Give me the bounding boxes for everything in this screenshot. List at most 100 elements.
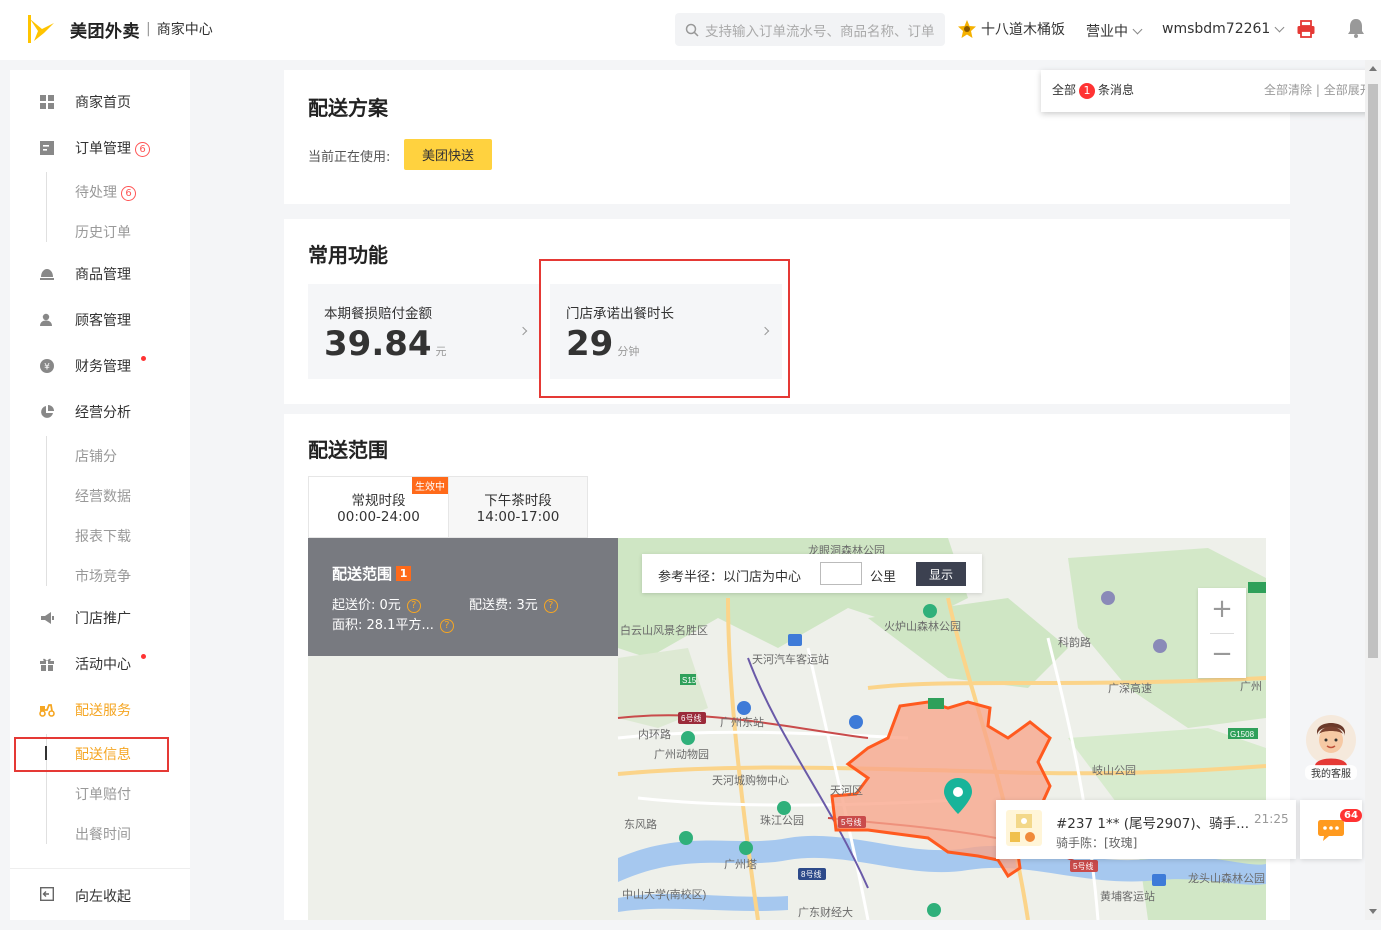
all-messages-label[interactable]: 全部 [1052,83,1076,97]
range-panel-title: 配送范围 [332,565,393,583]
submenu-line [46,172,47,242]
sidebar-item-finance[interactable]: ¥ 财务管理 [10,354,190,378]
map-label: 内环路 [638,727,671,741]
account-name: wmsbdm72261 [1162,21,1271,37]
grid-icon [40,95,54,109]
scroll-thumb[interactable] [1368,84,1378,658]
submenu-line [46,436,47,586]
printer-icon[interactable] [1296,19,1316,39]
range-count-badge: 1 [396,566,412,581]
chevron-down-icon [1274,22,1285,32]
map-label: 广东财经大 [798,905,853,919]
compensation-amount-card[interactable]: 本期餐损赔付金额 39.84 元 [308,284,540,379]
scroll-up-arrow-icon[interactable] [1369,66,1377,71]
order-thumbnail-icon [1006,810,1042,846]
map-label: 广州东站 [720,715,764,729]
pie-icon [41,405,54,418]
tab-afternoon-tea-period[interactable]: 下午茶时段 14:00-17:00 [448,477,587,537]
search-placeholder: 支持输入订单流水号、商品名称、订单 [705,23,935,40]
metro-line-label: 5号线 [1073,861,1093,871]
help-icon[interactable]: ? [543,599,558,613]
message-count-badge: 1 [1079,83,1096,99]
logo-title: 美团外卖 [70,21,140,42]
meituan-logo-icon [28,15,56,43]
map-label: 龙头山森林公园 [1188,871,1265,885]
delivery-map[interactable]: 龙眼洞森林公园 白云山风景名胜区 火炉山森林公园 天河汽车客运站 广州东站 广州… [308,538,1266,920]
page-scrollbar[interactable] [1365,60,1381,920]
current-plan-label: 当前正在使用: [308,150,391,165]
dish-icon [40,269,54,280]
card-value: 39.84 [324,324,432,364]
account-dropdown[interactable]: wmsbdm72261 [1162,21,1285,37]
highlight-frame [539,259,790,398]
sidebar-item-products[interactable]: 商品管理 [10,262,190,286]
sidebar-item-label: 顾客管理 [75,313,131,329]
sidebar-item-pending[interactable]: 待处理 6 [75,182,136,202]
sidebar-item-delivery[interactable]: 配送服务 [10,698,190,722]
status-dropdown[interactable]: 营业中 [1086,21,1143,41]
collapse-sidebar-button[interactable]: 向左收起 [10,868,190,920]
sidebar-item-reports[interactable]: 报表下载 [75,526,131,546]
pending-count-badge: 6 [121,186,136,201]
zoom-out-button[interactable]: − [1198,633,1246,678]
sidebar-item-store-score[interactable]: 店铺分 [75,446,117,466]
tab-regular-period[interactable]: 生效中 常规时段 00:00-24:00 [309,477,448,537]
order-notification[interactable]: #237 1** (尾号2907)、骑手... 21:25 骑手陈：[玫瑰] [996,800,1296,859]
sidebar-item-label: 待处理 [75,185,117,201]
zoom-in-button[interactable]: + [1198,588,1246,633]
help-icon[interactable]: ? [406,599,421,613]
clear-all-link[interactable]: 全部清除 [1264,83,1312,97]
sidebar-item-prep-time[interactable]: 出餐时间 [75,824,131,844]
sidebar-item-home[interactable]: 商家首页 [10,90,190,114]
bell-icon[interactable] [1346,17,1366,39]
map-label: 广州 [1240,680,1262,693]
svg-text:¥: ¥ [44,363,50,373]
metro-line-label: 5号线 [841,817,861,827]
service-label: 我的客服 [1305,765,1357,780]
search-input[interactable]: 支持输入订单流水号、商品名称、订单 [675,13,945,46]
link-separator: | [1315,83,1320,97]
order-icon [40,141,54,155]
yen-icon: ¥ [40,359,54,373]
logo-separator: | [146,21,151,37]
map-label: 中山大学(南校区) [622,887,706,901]
sidebar-item-compensation[interactable]: 订单赔付 [75,784,131,804]
sidebar-item-label: 门店推广 [75,611,131,627]
chat-count-badge: 64 [1340,809,1362,822]
logo[interactable]: 美团外卖 | 商家中心 [28,15,213,43]
store-selector[interactable]: 十八道木桶饭 [957,19,1065,39]
order-title: #237 1** (尾号2907)、骑手... [1056,816,1250,832]
collapse-icon [40,887,54,901]
sidebar-item-history[interactable]: 历史订单 [75,222,131,242]
range-info-panel: 配送范围 1 起送价: 0元? 配送费: 3元? 面积: 28.1平方...? [308,538,618,656]
metro-line-label: 8号线 [801,869,821,879]
range-area: 面积: 28.1平方... [332,618,434,633]
gift-icon [40,658,54,671]
metro-line-label: 6号线 [681,713,701,723]
current-plan-button[interactable]: 美团快送 [404,139,492,170]
chat-button[interactable]: 64 [1300,800,1362,859]
sidebar-item-label: 财务管理 [75,359,131,375]
map-label: 火炉山森林公园 [884,619,961,633]
common-functions-title: 常用功能 [308,243,388,267]
map-label: 黄埔客运站 [1100,889,1155,903]
scroll-down-arrow-icon[interactable] [1369,909,1377,914]
sidebar-item-label: 商家首页 [75,95,131,111]
scooter-icon [39,704,55,717]
sidebar-item-orders[interactable]: 订单管理 6 [10,136,190,160]
sidebar-item-business-data[interactable]: 经营数据 [75,486,131,506]
tab-time: 14:00-17:00 [476,509,560,525]
sidebar-item-activities[interactable]: 活动中心 [10,652,190,676]
customer-service-button[interactable]: 我的客服 [1305,714,1357,780]
radius-input[interactable] [820,562,862,585]
sidebar-item-promotion[interactable]: 门店推广 [10,606,190,630]
show-radius-button[interactable]: 显示 [916,562,966,586]
sidebar-item-customers[interactable]: 顾客管理 [10,308,190,332]
rider-message: 骑手陈：[玫瑰] [1056,836,1138,850]
sidebar-item-competition[interactable]: 市场竞争 [75,566,131,586]
sidebar-item-analytics[interactable]: 经营分析 [10,400,190,424]
message-bar: 全部 1 条消息 全部清除 | 全部展开 [1041,70,1381,112]
help-icon[interactable]: ? [439,619,454,633]
sidebar-item-label: 配送服务 [75,703,131,719]
logo-subtitle: 商家中心 [156,22,213,38]
